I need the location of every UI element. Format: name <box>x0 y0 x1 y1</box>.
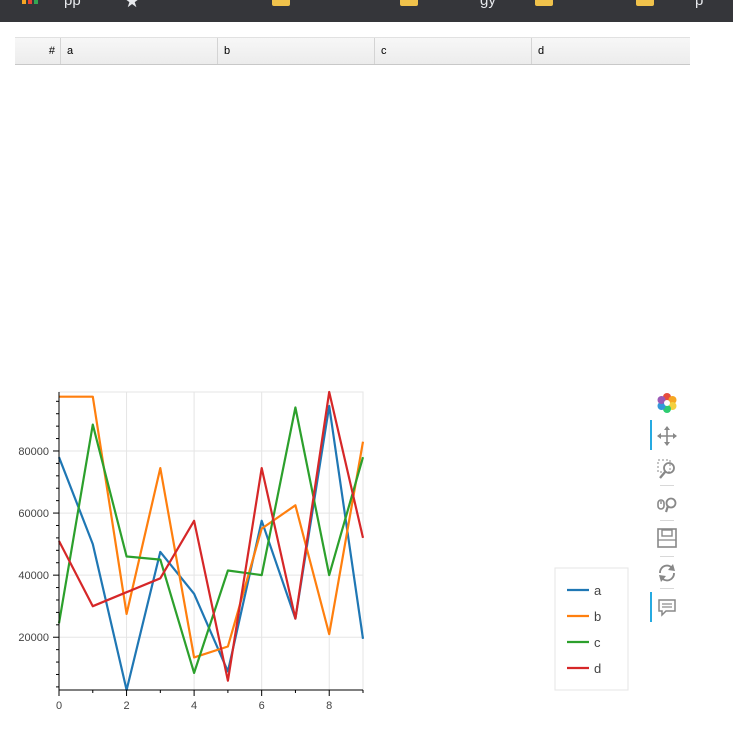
y-tick-label: 20000 <box>18 632 49 644</box>
legend-box <box>554 567 629 691</box>
column-header-a[interactable]: a <box>60 38 217 64</box>
column-header-b[interactable]: b <box>217 38 374 64</box>
bokeh-logo-icon[interactable] <box>656 392 678 414</box>
chart-toolbar <box>648 390 688 630</box>
star-icon[interactable]: ★ <box>124 0 140 12</box>
plot-frame <box>58 391 364 691</box>
bookmark-folder-label[interactable]: p <box>695 0 703 9</box>
pan-icon[interactable] <box>656 425 678 447</box>
wheel-zoom-icon[interactable] <box>656 494 678 516</box>
legend-label-a[interactable]: a <box>594 583 602 598</box>
column-header-d[interactable]: d <box>531 38 690 64</box>
legend-label-b[interactable]: b <box>594 609 601 624</box>
save-icon[interactable] <box>656 527 678 549</box>
x-tick-label: 6 <box>259 700 265 712</box>
toolbar-divider <box>660 485 674 486</box>
hover-icon[interactable] <box>656 597 678 619</box>
x-tick-label: 8 <box>326 700 332 712</box>
series-line-a[interactable] <box>57 404 365 692</box>
reset-icon[interactable] <box>656 562 678 584</box>
apps-icon[interactable] <box>22 0 44 8</box>
x-tick-label: 0 <box>56 700 62 712</box>
line-chart: 0 2 4 6 8 20000 40000 60000 80000 abcd <box>18 390 629 712</box>
toolbar-divider <box>660 556 674 557</box>
column-header-c[interactable]: c <box>374 38 531 64</box>
index-column-header[interactable]: # <box>15 38 60 64</box>
legend-label-d[interactable]: d <box>594 661 601 676</box>
hover-active-indicator <box>650 592 652 622</box>
toolbar-divider <box>660 520 674 521</box>
pan-active-indicator <box>650 420 652 450</box>
x-tick-label: 4 <box>191 700 197 712</box>
folder-icon[interactable] <box>272 0 290 6</box>
toolbar-divider <box>660 588 674 589</box>
y-tick-label: 80000 <box>18 446 49 458</box>
y-tick-label: 40000 <box>18 570 49 582</box>
x-tick-label: 2 <box>123 700 129 712</box>
folder-icon[interactable] <box>636 0 654 6</box>
data-table-header: # a b c d <box>15 37 690 65</box>
folder-icon[interactable] <box>535 0 553 6</box>
legend-label-c[interactable]: c <box>594 635 601 650</box>
bookmark-folder-label[interactable]: gy <box>480 0 496 9</box>
bookmark-apps-label[interactable]: pp <box>64 0 81 9</box>
bookmarks-bar: pp ★ gy p <box>0 0 733 22</box>
folder-icon[interactable] <box>400 0 418 6</box>
y-tick-label: 60000 <box>18 508 49 520</box>
box-zoom-icon[interactable] <box>656 458 678 480</box>
